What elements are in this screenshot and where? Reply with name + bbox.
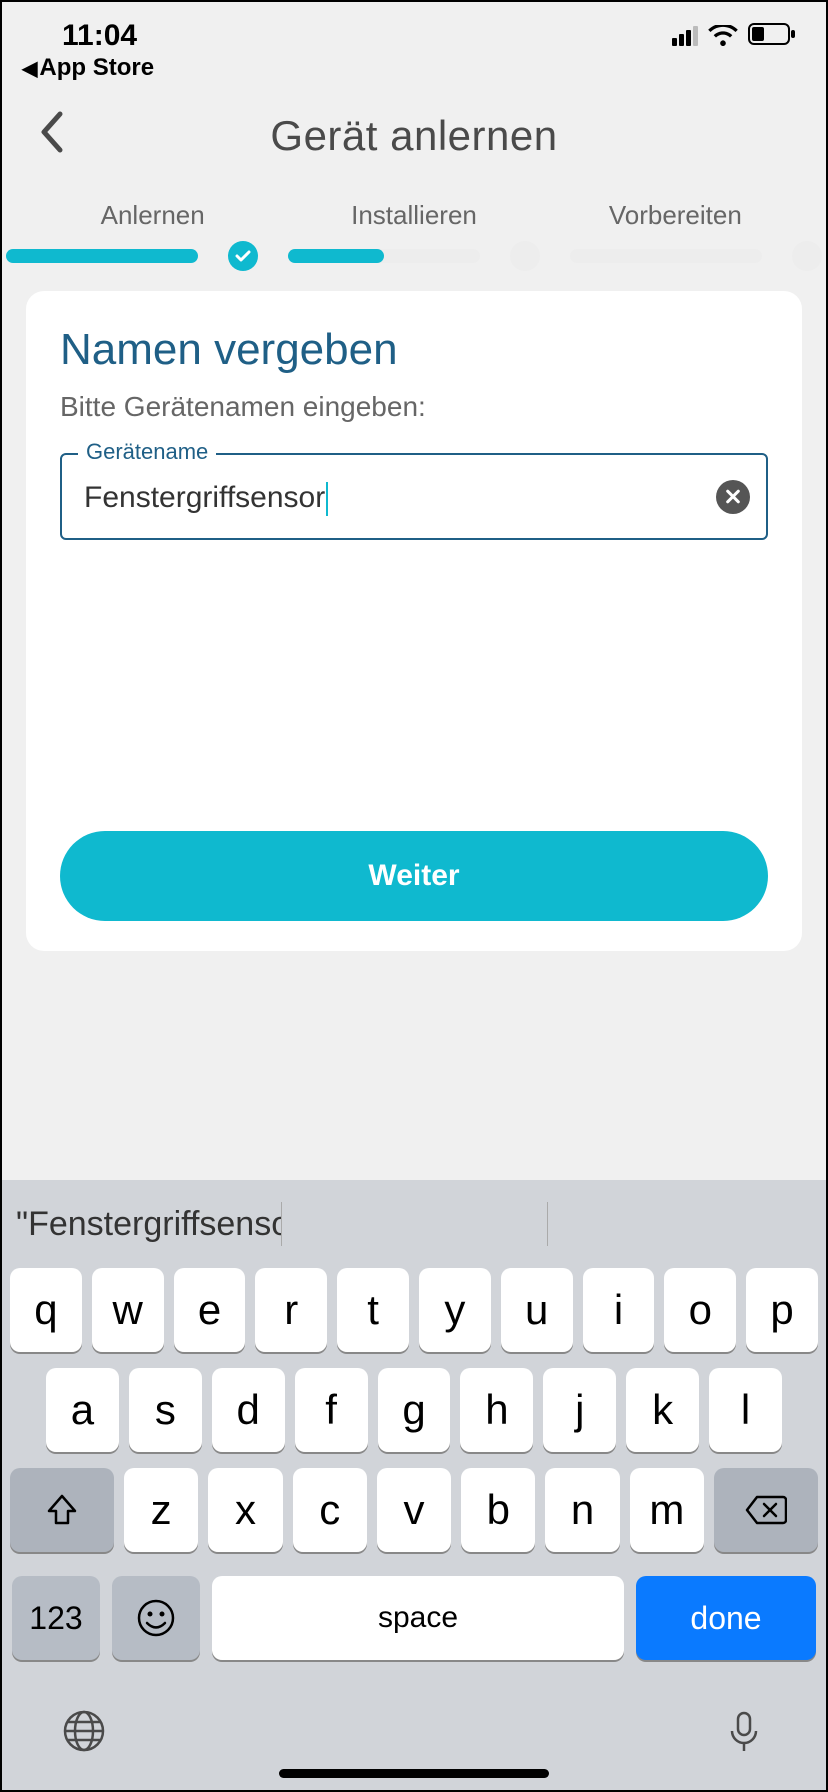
key-x[interactable]: x [208, 1468, 282, 1552]
status-time: 11:04 [62, 19, 137, 53]
key-l[interactable]: l [709, 1368, 782, 1452]
device-name-value: Fenstergriffsensor [84, 481, 325, 514]
step-label-2: Installieren [351, 200, 477, 231]
header: Gerät anlernen [2, 96, 826, 176]
device-name-field-wrapper: Gerätename Fenstergriffsensor [60, 453, 768, 540]
battery-icon [748, 19, 796, 53]
check-icon [234, 247, 252, 265]
step-tracks [2, 241, 826, 271]
step-dot-1 [228, 241, 258, 271]
step-track-2 [288, 249, 480, 263]
page-title: Gerät anlernen [270, 112, 557, 160]
key-h[interactable]: h [460, 1368, 533, 1452]
key-y[interactable]: y [419, 1268, 491, 1352]
key-s[interactable]: s [129, 1368, 202, 1452]
device-name-input[interactable]: Fenstergriffsensor [60, 453, 768, 540]
home-indicator[interactable] [279, 1769, 549, 1778]
device-name-label: Gerätename [78, 439, 216, 465]
key-o[interactable]: o [664, 1268, 736, 1352]
microphone-icon [722, 1709, 766, 1753]
key-a[interactable]: a [46, 1368, 119, 1452]
backspace-key[interactable] [714, 1468, 818, 1552]
step-track-3 [570, 249, 762, 263]
step-label-3: Vorbereiten [609, 200, 742, 231]
key-n[interactable]: n [545, 1468, 619, 1552]
key-r[interactable]: r [255, 1268, 327, 1352]
key-w[interactable]: w [92, 1268, 164, 1352]
key-p[interactable]: p [746, 1268, 818, 1352]
wifi-icon [708, 25, 738, 47]
status-bar: 11:04 [2, 2, 826, 52]
back-to-app-store[interactable]: ◀ App Store [2, 52, 826, 96]
key-row-1: q w e r t y u i o p [10, 1268, 818, 1352]
continue-button[interactable]: Weiter [60, 831, 768, 921]
suggestion-1[interactable]: "Fenstergriffsensor" [16, 1205, 281, 1244]
step-dot-3 [792, 241, 822, 271]
triangle-left-icon: ◀ [22, 56, 37, 81]
emoji-key[interactable] [112, 1576, 200, 1660]
emoji-icon [136, 1598, 176, 1638]
breadcrumb-label: App Store [39, 54, 154, 82]
key-row-2: a s d f g h j k l [10, 1368, 818, 1452]
key-z[interactable]: z [124, 1468, 198, 1552]
globe-icon [62, 1709, 106, 1753]
key-j[interactable]: j [543, 1368, 616, 1452]
key-g[interactable]: g [378, 1368, 451, 1452]
key-v[interactable]: v [377, 1468, 451, 1552]
status-indicators [672, 19, 796, 53]
step-label-1: Anlernen [101, 200, 205, 231]
backspace-icon [745, 1495, 787, 1525]
key-f[interactable]: f [295, 1368, 368, 1452]
card-subtitle: Bitte Gerätenamen eingeben: [60, 391, 768, 423]
card-title: Namen vergeben [60, 325, 768, 375]
key-k[interactable]: k [626, 1368, 699, 1452]
numeric-key[interactable]: 123 [12, 1576, 100, 1660]
key-t[interactable]: t [337, 1268, 409, 1352]
step-progress: Anlernen Installieren Vorbereiten [2, 200, 826, 241]
key-i[interactable]: i [583, 1268, 655, 1352]
globe-key[interactable] [62, 1709, 106, 1753]
cellular-icon [672, 26, 698, 46]
key-d[interactable]: d [212, 1368, 285, 1452]
shift-icon [45, 1493, 79, 1527]
suggestion-bar: "Fenstergriffsensor" [2, 1192, 826, 1262]
step-track-1 [6, 249, 198, 263]
content-card: Namen vergeben Bitte Gerätenamen eingebe… [26, 291, 802, 951]
key-row-bottom: 123 space done [2, 1576, 826, 1680]
keyboard: "Fenstergriffsensor" q w e r t y u i o p… [2, 1180, 826, 1790]
done-key[interactable]: done [636, 1576, 816, 1660]
space-key[interactable]: space [212, 1576, 624, 1660]
clear-input-button[interactable] [716, 480, 750, 514]
chevron-left-icon [38, 110, 64, 154]
text-cursor [326, 482, 328, 516]
key-u[interactable]: u [501, 1268, 573, 1352]
key-q[interactable]: q [10, 1268, 82, 1352]
shift-key[interactable] [10, 1468, 114, 1552]
key-m[interactable]: m [630, 1468, 704, 1552]
key-c[interactable]: c [293, 1468, 367, 1552]
key-e[interactable]: e [174, 1268, 246, 1352]
key-b[interactable]: b [461, 1468, 535, 1552]
dictation-key[interactable] [722, 1709, 766, 1753]
key-row-3: z x c v b n m [10, 1468, 818, 1552]
step-dot-2 [510, 241, 540, 271]
back-button[interactable] [38, 110, 78, 150]
